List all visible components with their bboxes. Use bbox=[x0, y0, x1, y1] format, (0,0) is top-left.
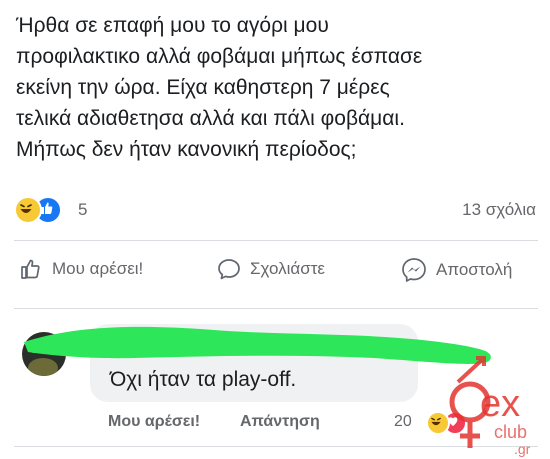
haha-reaction-icon bbox=[14, 196, 42, 224]
thumbs-up-icon bbox=[21, 259, 40, 279]
post-text-line: προφιλακτικο αλλά φοβάμαι μήπως έσπασε bbox=[16, 45, 423, 68]
post-actions: Μου αρέσει! Σχολιάστε Αποστολή bbox=[14, 256, 538, 296]
post-text-line: Μήπως δεν ήταν κανονική περίοδος; bbox=[16, 138, 357, 161]
comment-text: Όχι ήταν τα play-off. bbox=[110, 368, 297, 391]
haha-reaction-icon bbox=[426, 411, 450, 435]
reaction-count[interactable]: 5 bbox=[78, 200, 87, 220]
post-text-line: εκείνη την ώρα. Είχα καθηστερη 7 μέρες bbox=[16, 76, 390, 99]
svg-text:ex: ex bbox=[480, 383, 520, 425]
like-button-label: Μου αρέσει! bbox=[52, 259, 144, 278]
comment-like-button[interactable]: Μου αρέσει! bbox=[108, 413, 200, 431]
comments-count-link[interactable]: 13 σχόλια bbox=[462, 200, 536, 220]
comment-button-label: Σχολιάστε bbox=[250, 259, 325, 278]
svg-text:club: club bbox=[494, 422, 527, 442]
svg-text:.gr: .gr bbox=[514, 441, 531, 457]
comment-reply-button[interactable]: Απάντηση bbox=[240, 413, 320, 431]
like-button[interactable]: Μου αρέσει! bbox=[18, 256, 143, 282]
send-button-label: Αποστολή bbox=[436, 260, 513, 279]
send-button[interactable]: Αποστολή bbox=[400, 256, 512, 284]
divider bbox=[14, 240, 538, 241]
sexclub-watermark-logo: ex club .gr bbox=[449, 356, 531, 457]
post-text-line: τελικά αδιαθετησα αλλά και πάλι φοβάμαι. bbox=[16, 107, 405, 130]
reactions-summary[interactable]: 5 13 σχόλια bbox=[14, 196, 538, 226]
comment-reaction-count[interactable]: 20 bbox=[394, 413, 412, 431]
messenger-icon bbox=[402, 258, 426, 282]
speech-bubble-icon bbox=[218, 259, 240, 280]
divider bbox=[14, 308, 538, 309]
comment-button[interactable]: Σχολιάστε bbox=[216, 256, 325, 282]
post-text-line: Ήρθα σε επαφή μου το αγόρι μου bbox=[16, 14, 329, 37]
reaction-icons[interactable] bbox=[14, 196, 62, 224]
post-text: Ήρθα σε επαφή μου το αγόρι μου προφιλακτ… bbox=[16, 10, 536, 165]
